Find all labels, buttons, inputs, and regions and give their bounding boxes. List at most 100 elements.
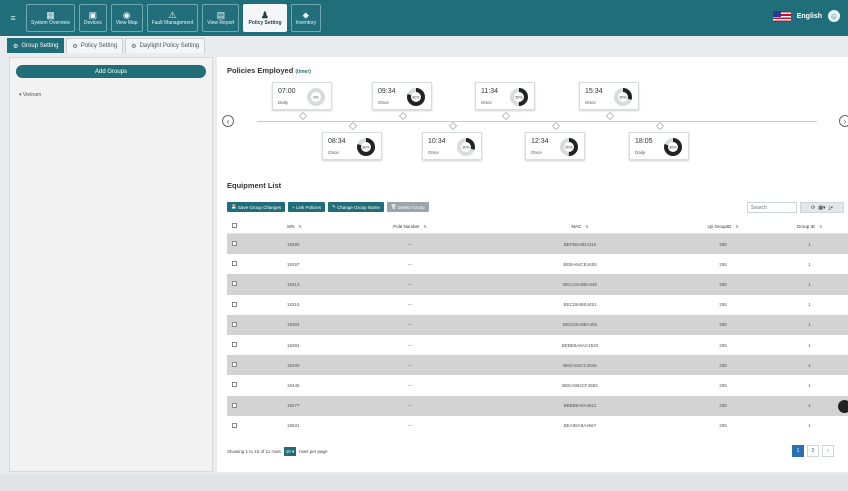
column-header[interactable]: Group ID ⇅ [771,224,848,229]
delete-group-button[interactable]: 🗑 Delete Group [386,202,429,212]
rows-per-page-select[interactable]: 10 ▾ [283,447,296,456]
cell-up: 255 [719,302,727,308]
row-checkbox[interactable] [232,261,237,267]
equipment-toolbar: 💾 Save Group Changes + Link Policies ✎ C… [227,202,429,212]
cell-pole: --- [407,362,413,368]
row-checkbox[interactable] [232,281,237,287]
tree-root-node[interactable]: ▾ Vietnam [19,92,212,98]
tab-daylight-policy-setting[interactable]: ⚙ Daylight Policy Setting [125,38,206,53]
timeline-prev-icon[interactable]: ‹ [222,115,234,127]
nav-button-view-report[interactable]: ▤ View Report [202,4,240,32]
table-row[interactable]: 18280 --- BEF86A8D4416 255 1 [227,234,848,255]
table-row[interactable]: 19409 --- BEEA64CC4045 255 1 [227,355,848,376]
save-group-changes-label: Save Group Changes [237,204,282,210]
policies-subtitle: (timer) [295,69,311,75]
timeline-marker [551,121,561,131]
refresh-icon[interactable]: ⟳ [811,205,815,211]
select-all-checkbox[interactable] [232,223,237,228]
search-input[interactable] [747,202,797,213]
sort-icon[interactable]: ⇅ [585,224,588,229]
table-row[interactable]: 18446 --- BEEA864CF4582 255 1 [227,375,848,395]
gauge-label: 80% [669,145,677,149]
nav-button-inventory[interactable]: ⬥ Inventory [290,4,322,32]
row-checkbox[interactable] [232,241,237,247]
us-flag-icon[interactable] [772,10,791,22]
cell-up: 255 [719,281,727,287]
row-checkbox[interactable] [232,342,237,348]
policy-card[interactable]: 18:05 Daily 80% [629,132,689,160]
table-row[interactable]: 19384 --- BEBE8A6AC4520 255 1 [227,335,848,355]
row-checkbox[interactable] [232,301,237,307]
policy-card[interactable]: 08:34 Once 80% [322,132,382,160]
table-row[interactable]: 19304 --- BECD6A8BA455 255 1 [227,314,848,335]
table-row[interactable]: 18313 --- BECA6A6BA449 255 1 [227,274,848,295]
export-icon[interactable]: ⤓▾ [829,205,833,211]
nav-label: View Map [115,20,138,26]
user-icon[interactable]: ☺ [828,10,840,22]
nav-button-system-overview[interactable]: ▦ System Overview [26,4,75,32]
column-header[interactable]: MAC ⇅ [485,224,675,229]
table-row[interactable]: 18315 --- BECD648E4451 255 1 [227,295,848,315]
add-groups-button[interactable]: Add Groups [16,65,206,78]
nav-label: View Report [207,20,235,26]
row-checkbox[interactable] [232,402,237,408]
table-view-controls[interactable]: ⟳ ▦▾ ⤓▾ [800,202,844,213]
timeline-next-icon[interactable]: › [839,115,848,127]
dimming-level-gauge: 80% [406,87,426,107]
table-row[interactable]: 18297 --- BEBA64CE4455 255 1 [227,254,848,274]
device-icon: ▣ [88,10,98,20]
sort-icon[interactable]: ⇅ [735,224,738,229]
save-group-changes-button[interactable]: 💾 Save Group Changes [227,202,286,212]
sort-icon[interactable]: ⇅ [423,224,426,229]
row-checkbox-cell [227,382,245,388]
gauge-label: 80% [412,95,420,99]
policy-card[interactable]: 11:34 Once 50% [475,82,535,110]
column-header[interactable]: Up GroupID ⇅ [675,224,771,229]
sort-icon[interactable]: ⇅ [299,224,302,229]
page-button[interactable]: 1 [792,445,804,457]
link-policies-button[interactable]: + Link Policies [288,202,326,212]
tab-group-setting[interactable]: ⚙ Group Setting [7,38,65,53]
cell-gid: 1 [808,302,811,308]
column-header[interactable]: S/N ⇅ [245,224,335,229]
row-checkbox-cell [227,362,245,368]
menu-icon[interactable]: ≡ [6,11,20,25]
nav-button-devices[interactable]: ▣ Devices [78,4,107,32]
policy-time: 12:34 [531,138,549,145]
nav-button-policy-setting[interactable]: ♟ Policy Setting [243,4,287,32]
policy-card[interactable]: 12:34 Once 50% [525,132,585,160]
table-row[interactable]: 18531 --- BEA88A8A4667 255 1 [227,416,848,436]
table-row[interactable]: 18477 --- BBBB8A8A4611 255 1 [227,395,848,416]
cell-mac: BECA6A6BA449 [563,281,597,287]
cell-sn: 18446 [287,382,300,388]
column-header[interactable]: Pole Number ⇅ [335,224,485,229]
nav-button-fault-management[interactable]: ⚠ Fault Management [146,4,199,32]
timeline-marker [605,111,615,121]
policy-time: 08:34 [328,138,346,145]
cell-pole: --- [407,322,413,328]
row-checkbox[interactable] [232,321,237,327]
language-label[interactable]: English [797,13,822,20]
change-group-name-button[interactable]: ✎ Change Group Name [328,202,384,212]
policy-card[interactable]: 15:34 Once 30% [579,82,639,110]
row-checkbox-cell [227,261,245,267]
nav-button-view-map[interactable]: ◉ View Map [110,4,143,32]
page-button[interactable]: › [822,445,834,457]
row-checkbox-cell [227,321,245,328]
floating-action-icon[interactable] [838,400,848,413]
page-button[interactable]: 2 [807,445,819,457]
tab-policy-setting[interactable]: ⚙ Policy Setting [66,38,124,53]
timeline-marker [655,121,665,131]
row-checkbox-cell [227,422,245,429]
policy-card[interactable]: 09:34 Once 80% [372,82,432,110]
row-checkbox[interactable] [232,362,237,368]
policy-icon: ♟ [260,10,269,20]
row-checkbox[interactable] [232,382,237,388]
settings-icon: ⚙ [131,43,137,50]
columns-icon[interactable]: ▦▾ [818,205,825,211]
policy-card[interactable]: 10:34 Once 30% [422,132,482,160]
row-checkbox[interactable] [232,422,237,428]
policy-card[interactable]: 07:00 Daily 0% [272,82,332,110]
sort-icon[interactable]: ⇅ [819,224,822,229]
dimming-level-gauge: 50% [509,87,529,107]
